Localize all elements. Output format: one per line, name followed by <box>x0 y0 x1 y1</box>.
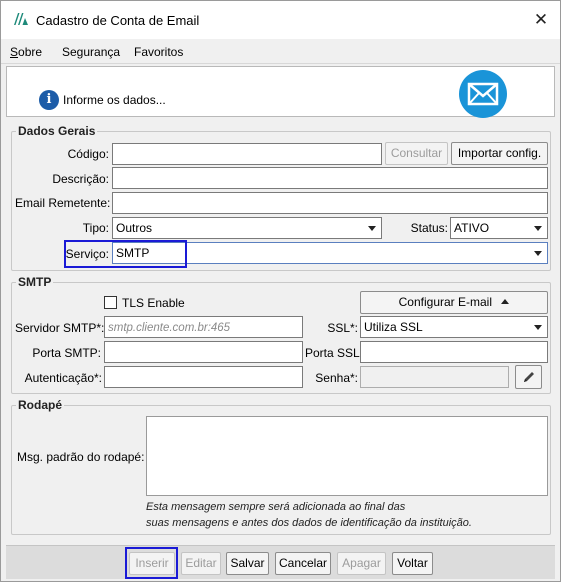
status-label: Status: <box>410 221 448 235</box>
envelope-icon <box>467 82 499 106</box>
codigo-input[interactable] <box>112 143 382 165</box>
info-icon: i <box>39 90 59 110</box>
menu-sobre[interactable]: Sobre <box>10 45 42 59</box>
chevron-down-icon <box>534 251 542 256</box>
servidor-smtp-input[interactable]: smtp.cliente.com.br:465 <box>104 316 303 338</box>
tipo-select[interactable]: Outros <box>112 217 382 239</box>
senha-label: Senha*: <box>315 371 358 385</box>
descricao-label: Descrição: <box>52 172 109 186</box>
inserir-highlight <box>125 547 178 579</box>
porta-ssl-label: Porta SSL: <box>305 346 364 360</box>
porta-smtp-input[interactable] <box>104 341 303 363</box>
editar-button[interactable]: Editar <box>181 552 221 575</box>
autenticacao-input[interactable] <box>104 366 303 388</box>
ssl-select[interactable]: Utiliza SSL <box>360 316 548 338</box>
tipo-label: Tipo: <box>82 221 109 235</box>
salvar-button[interactable]: Salvar <box>226 552 269 575</box>
status-select[interactable]: ATIVO <box>450 217 548 239</box>
window-title: Cadastro de Conta de Email <box>36 13 200 28</box>
menu-favoritos[interactable]: Favoritos <box>134 45 183 59</box>
menu-bar: Sobre Segurança Favoritos <box>1 39 560 64</box>
consultar-button[interactable]: Consultar <box>385 142 448 165</box>
codigo-label: Código: <box>67 147 109 161</box>
mail-icon <box>459 70 507 118</box>
app-logo-icon <box>14 13 28 25</box>
close-icon: ✕ <box>533 10 549 29</box>
servico-highlight <box>64 240 187 268</box>
porta-ssl-input[interactable] <box>360 341 548 363</box>
descricao-input[interactable] <box>112 167 548 189</box>
tls-enable-checkbox[interactable] <box>104 296 117 309</box>
email-account-dialog: Cadastro de Conta de Email ✕ Sobre Segur… <box>0 0 561 582</box>
close-button[interactable]: ✕ <box>528 7 554 33</box>
rodape-hint-line2: suas mensagens e antes dos dados de iden… <box>146 517 472 529</box>
email-remetente-label: Email Remetente: <box>15 196 111 210</box>
rodape-legend: Rodapé <box>16 398 65 412</box>
importar-config-button[interactable]: Importar config. <box>451 142 548 165</box>
info-panel: i Informe os dados... <box>6 66 555 118</box>
edit-senha-button[interactable] <box>515 365 542 389</box>
title-bar: Cadastro de Conta de Email ✕ <box>1 1 560 39</box>
ssl-label: SSL*: <box>327 321 358 335</box>
email-remetente-input[interactable] <box>112 192 548 214</box>
msg-rodape-textarea[interactable] <box>146 416 548 496</box>
rodape-hint-line1: Esta mensagem sempre será adicionada ao … <box>146 501 406 513</box>
pencil-icon <box>523 372 534 382</box>
apagar-button[interactable]: Apagar <box>337 552 386 575</box>
configurar-email-label: Configurar E-mail <box>398 295 493 309</box>
senha-input[interactable] <box>360 366 509 388</box>
info-text: Informe os dados... <box>63 93 166 107</box>
voltar-button[interactable]: Voltar <box>392 552 433 575</box>
menu-seguranca[interactable]: Segurança <box>62 45 120 59</box>
status-select-value: ATIVO <box>454 221 490 235</box>
cancelar-button[interactable]: Cancelar <box>275 552 331 575</box>
ssl-select-value: Utiliza SSL <box>364 320 423 334</box>
menu-seguranca-label: Segurança <box>62 45 121 59</box>
autenticacao-label: Autenticação*: <box>24 371 102 385</box>
chevron-up-icon <box>501 299 510 304</box>
smtp-legend: SMTP <box>16 275 54 289</box>
servidor-smtp-label: Servidor SMTP*: <box>15 321 105 335</box>
menu-sobre-label: obre <box>18 45 43 59</box>
tls-enable-label: TLS Enable <box>122 296 185 310</box>
porta-smtp-label: Porta SMTP: <box>32 346 101 360</box>
tipo-select-value: Outros <box>116 221 153 235</box>
chevron-down-icon <box>368 226 376 231</box>
configurar-email-button[interactable]: Configurar E-mail <box>360 291 548 314</box>
msg-rodape-label: Msg. padrão do rodapé: <box>17 450 145 464</box>
servidor-smtp-placeholder: smtp.cliente.com.br:465 <box>108 322 231 334</box>
menu-favoritos-label: Favoritos <box>134 45 184 59</box>
chevron-down-icon <box>534 226 542 231</box>
chevron-down-icon <box>534 325 542 330</box>
dados-gerais-legend: Dados Gerais <box>16 124 98 138</box>
menu-sobre-mnemonic: S <box>10 45 19 59</box>
